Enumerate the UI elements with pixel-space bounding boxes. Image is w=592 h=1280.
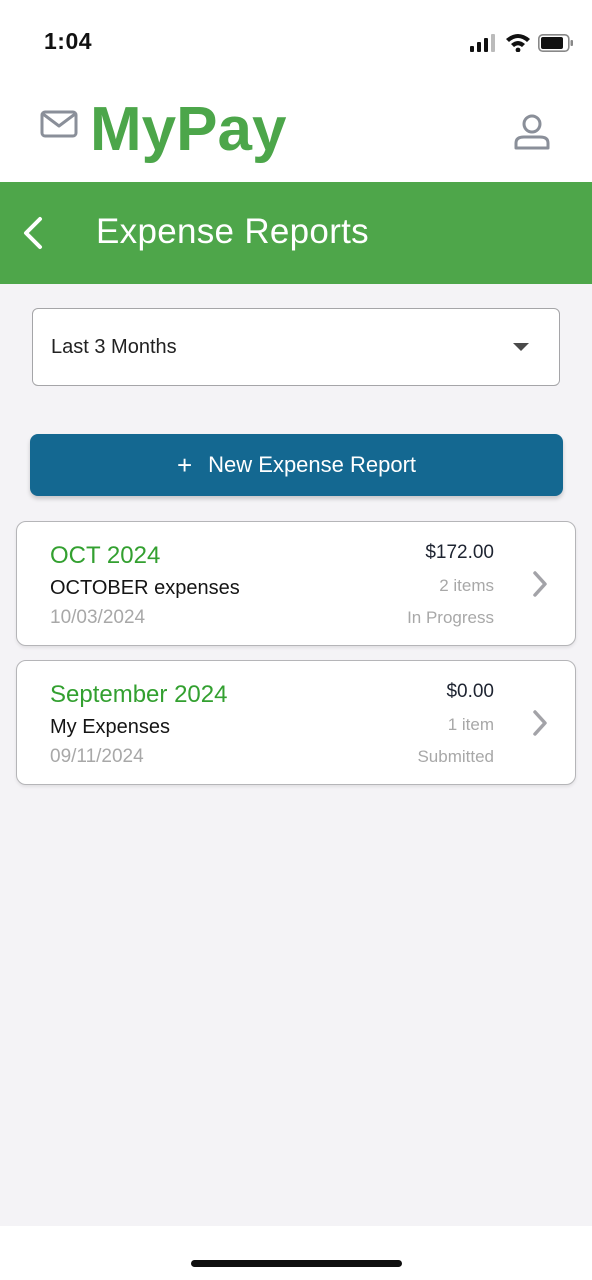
report-item-count: 2 items: [439, 576, 494, 595]
expense-report-card[interactable]: September 2024 My Expenses 09/11/2024 $0…: [16, 660, 576, 785]
report-amount: $0.00: [446, 681, 494, 702]
report-date: 10/03/2024: [50, 607, 146, 628]
mail-icon[interactable]: [40, 110, 78, 140]
plus-icon: +: [176, 450, 193, 480]
caret-down-icon: [513, 343, 529, 351]
signal-icon: [470, 34, 495, 52]
period-filter-dropdown[interactable]: Last 3 Months: [32, 308, 560, 386]
report-date: 09/11/2024: [50, 746, 144, 767]
status-time: 1:04: [44, 28, 93, 54]
bottom-bar: [0, 1226, 592, 1280]
report-name: My Expenses: [50, 716, 171, 738]
app-header: MyPay: [0, 84, 592, 182]
wifi-icon: [506, 34, 530, 52]
page-title: Expense Reports: [96, 212, 369, 251]
back-icon[interactable]: [20, 216, 50, 250]
screen: 1:04 MyPay Expense Reports Last 3 Months…: [0, 0, 592, 1280]
chevron-right-icon: [533, 571, 547, 597]
period-filter-value: Last 3 Months: [51, 336, 177, 358]
battery-icon: [538, 34, 573, 52]
report-period: September 2024: [50, 681, 228, 708]
report-item-count: 1 item: [447, 715, 494, 734]
status-bar: 1:04: [0, 0, 592, 84]
new-expense-report-button[interactable]: + New Expense Report: [30, 434, 563, 496]
brand-logo: MyPay: [90, 95, 287, 164]
report-period: OCT 2024: [50, 542, 161, 569]
report-status: In Progress: [407, 608, 494, 627]
report-amount: $172.00: [425, 542, 494, 563]
report-status: Submitted: [417, 747, 494, 766]
chevron-right-icon: [533, 710, 547, 736]
profile-icon[interactable]: [513, 114, 551, 150]
new-expense-report-label: New Expense Report: [208, 452, 417, 477]
report-name: OCTOBER expenses: [50, 577, 240, 599]
expense-report-card[interactable]: OCT 2024 OCTOBER expenses 10/03/2024 $17…: [16, 521, 576, 646]
home-indicator[interactable]: [191, 1260, 402, 1267]
title-bar: Expense Reports: [0, 182, 592, 284]
